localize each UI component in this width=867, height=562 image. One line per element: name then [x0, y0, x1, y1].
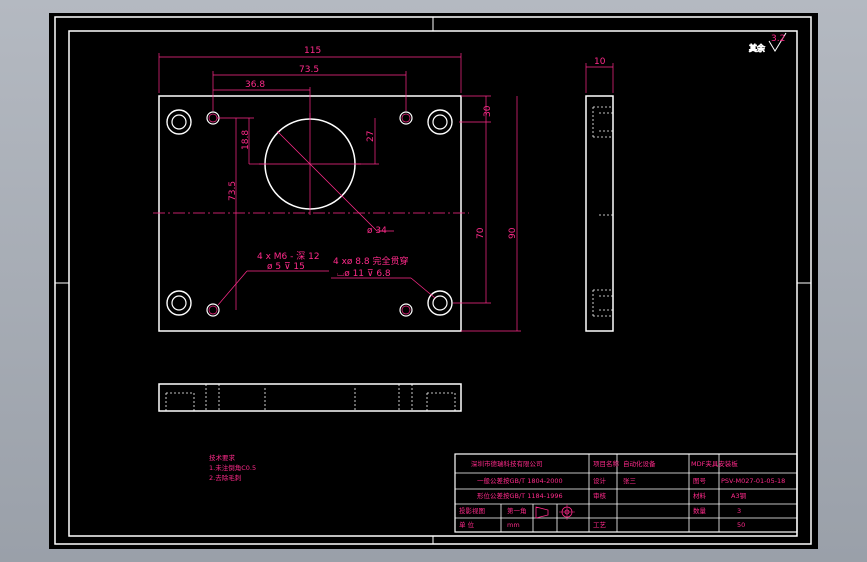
svg-text:4 xø 8.8 完全贯穿: 4 xø 8.8 完全贯穿 [333, 255, 408, 267]
svg-text:mm: mm [507, 521, 520, 529]
svg-text:3.2: 3.2 [771, 34, 785, 44]
dimension-30: 30 [459, 95, 493, 123]
dim-10: 10 [594, 57, 606, 67]
inner-border [68, 30, 798, 537]
thread-hole-br [399, 303, 413, 317]
svg-text:70: 70 [476, 227, 486, 239]
svg-text:工艺: 工艺 [593, 521, 607, 529]
svg-text:1.未注倒角C0.5: 1.未注倒角C0.5 [209, 463, 256, 472]
svg-text:73.5: 73.5 [299, 65, 319, 75]
svg-text:50: 50 [737, 521, 745, 529]
front-view: ø 34 115 73.5 36.8 30 70 90 27 18.8 73.5… [153, 46, 521, 332]
drawing-number: PSV-M027-01-05-18 [721, 477, 785, 485]
bore-leader [276, 130, 378, 232]
drawing-canvas[interactable]: ø 34 115 73.5 36.8 30 70 90 27 18.8 73.5… [49, 13, 818, 549]
svg-text:73.5: 73.5 [228, 181, 238, 201]
cbore-hole-tl [166, 109, 192, 135]
svg-text:A3钢: A3钢 [731, 492, 747, 500]
svg-text:审核: 审核 [593, 491, 607, 500]
dim-phi34: ø 34 [367, 226, 387, 236]
cbore-hole-tr [427, 109, 453, 135]
svg-text:4 x M6 - 深 12: 4 x M6 - 深 12 [257, 251, 320, 262]
svg-text:数量: 数量 [693, 506, 707, 515]
thread-callout: 4 x M6 - 深 12 ø 5 ⊽ 15 [217, 251, 329, 306]
cbore-hole-br [427, 290, 453, 316]
dimension-70: 70 [453, 122, 491, 304]
thread-hole-bl [206, 303, 220, 317]
side-view: 10 [585, 57, 614, 332]
svg-text:27: 27 [366, 131, 376, 142]
svg-text:3: 3 [737, 507, 741, 515]
svg-text:其余: 其余 [749, 43, 765, 53]
top-view [158, 383, 462, 412]
svg-text:材料: 材料 [693, 491, 707, 500]
svg-text:36.8: 36.8 [245, 80, 265, 90]
svg-text:第一角: 第一角 [507, 506, 527, 515]
svg-text:项目名称: 项目名称 [593, 459, 620, 468]
svg-text:自动化设备: 自动化设备 [623, 459, 656, 468]
svg-text:单 位: 单 位 [459, 520, 475, 529]
svg-text:18.8: 18.8 [241, 130, 251, 150]
svg-text:技术要求: 技术要求 [209, 453, 236, 462]
top-outline [158, 383, 462, 412]
projection-symbol-icon [535, 504, 575, 520]
cbore-callout: 4 xø 8.8 完全贯穿 ⌴ø 11 ⊽ 6.8 [331, 255, 436, 299]
svg-text:115: 115 [304, 46, 321, 56]
svg-text:设计: 设计 [593, 476, 607, 485]
svg-text:形位公差按GB/T 1184-1996: 形位公差按GB/T 1184-1996 [477, 491, 563, 500]
svg-text:2.去除毛刺: 2.去除毛刺 [209, 473, 241, 482]
dimension-27: 27 [355, 118, 379, 165]
technical-notes: 技术要求 1.未注倒角C0.5 2.去除毛刺 [209, 453, 256, 482]
svg-text:ø 5 ⊽ 15: ø 5 ⊽ 15 [267, 262, 305, 272]
svg-text:⌴ø 11 ⊽ 6.8: ⌴ø 11 ⊽ 6.8 [337, 269, 391, 279]
dimension-36-8: 36.8 [213, 80, 311, 119]
dimension-73-5-vertical: 73.5 [228, 118, 238, 310]
svg-text:90: 90 [508, 227, 518, 239]
cbore-hole-bl [166, 290, 192, 316]
dimension-18-8: 18.8 [217, 117, 265, 165]
part-name: MDF夹具安装板 [691, 459, 738, 468]
company-name: 深圳市德瑞科技有限公司 [471, 459, 543, 468]
thread-hole-tr [399, 111, 413, 125]
cad-window: ø 34 115 73.5 36.8 30 70 90 27 18.8 73.5… [0, 0, 867, 562]
engineering-drawing: ø 34 115 73.5 36.8 30 70 90 27 18.8 73.5… [54, 16, 812, 545]
title-block: 深圳市德瑞科技有限公司 一般公差按GB/T 1804-2000 形位公差按GB/… [454, 453, 798, 533]
svg-text:30: 30 [483, 105, 493, 117]
dimension-73-5: 73.5 [212, 65, 407, 111]
svg-text:图号: 图号 [693, 477, 707, 485]
svg-text:张三: 张三 [623, 476, 637, 485]
svg-text:投影视图: 投影视图 [459, 506, 485, 515]
svg-text:一般公差按GB/T 1804-2000: 一般公差按GB/T 1804-2000 [477, 476, 563, 485]
roughness-symbol: 其余 3.2 [749, 32, 787, 54]
dimension-90: 90 [461, 96, 521, 332]
